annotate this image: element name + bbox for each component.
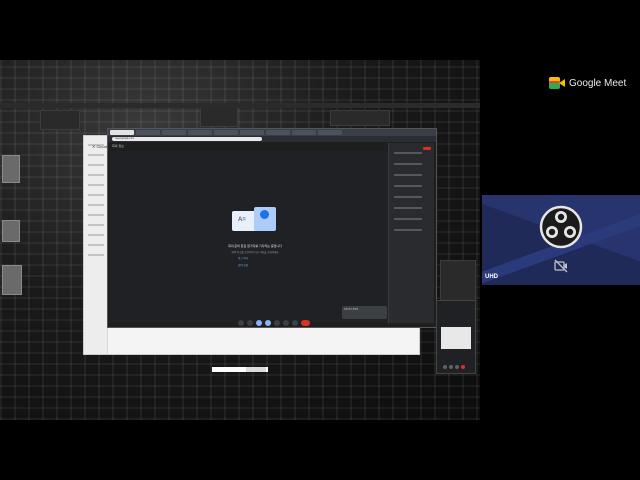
mic-button[interactable] bbox=[238, 320, 244, 326]
doc-sidebar bbox=[84, 136, 108, 354]
mini-preview-controls bbox=[443, 365, 465, 369]
browser-tab[interactable] bbox=[318, 130, 342, 135]
participant-tile[interactable]: UHD bbox=[482, 195, 640, 285]
browser-tab[interactable] bbox=[162, 130, 186, 135]
wallpaper-building bbox=[2, 265, 22, 295]
mini-preview-screen bbox=[441, 327, 471, 349]
more-options-button[interactable] bbox=[292, 320, 298, 326]
meet-side-panel bbox=[388, 143, 434, 323]
participant-name: UHD bbox=[485, 274, 498, 280]
dock-prompt-button[interactable] bbox=[246, 367, 266, 372]
browser-tab[interactable] bbox=[188, 130, 212, 135]
browser-tab[interactable] bbox=[136, 130, 160, 135]
wallpaper-building bbox=[2, 155, 20, 183]
meet-header: 회의 정보 bbox=[108, 142, 436, 150]
meet-title: 회의 정보 bbox=[112, 144, 124, 148]
mini-meet-preview[interactable] bbox=[436, 300, 476, 374]
browser-tab[interactable] bbox=[240, 130, 264, 135]
brand-name: Google Meet bbox=[569, 77, 627, 89]
google-meet-brand: Google Meet bbox=[549, 76, 626, 90]
wallpaper-building bbox=[2, 220, 20, 242]
browser-tab[interactable] bbox=[214, 130, 238, 135]
reactions-button[interactable] bbox=[274, 320, 280, 326]
raise-hand-button[interactable] bbox=[283, 320, 289, 326]
browser-tab-bar bbox=[108, 129, 436, 136]
meet-browser-window[interactable]: meet.google.com 회의 정보 A= 회의 준비 완료 참가자를 기… bbox=[107, 128, 437, 328]
meet-waiting-message: 회의 준비 완료 참가자를 기다리는 중입니다 bbox=[228, 244, 282, 248]
wallpaper-building bbox=[40, 110, 80, 130]
present-button[interactable] bbox=[265, 320, 271, 326]
camera-off-icon bbox=[554, 259, 568, 273]
end-call-button[interactable] bbox=[301, 320, 310, 326]
presentation-tile[interactable]: ✕ Cloud meet.google.com 회의 정보 A= 회의 준비 완… bbox=[0, 60, 480, 420]
copy-link-button[interactable]: 링크 복사 bbox=[228, 256, 258, 260]
meet-control-bar bbox=[238, 320, 310, 326]
url-field[interactable]: meet.google.com bbox=[112, 137, 262, 141]
invite-illustration: A= bbox=[230, 207, 280, 241]
wallpaper-building bbox=[330, 110, 390, 126]
snackbar-toast: 회의 링크 공유됨 bbox=[342, 306, 387, 319]
obs-logo-icon bbox=[539, 205, 583, 249]
wallpaper-building bbox=[200, 105, 238, 127]
meet-logo-icon bbox=[549, 76, 565, 90]
doc-header: ✕ Cloud bbox=[92, 144, 107, 149]
captions-button[interactable] bbox=[256, 320, 262, 326]
browser-tab[interactable] bbox=[292, 130, 316, 135]
camera-button[interactable] bbox=[247, 320, 253, 326]
browser-tab[interactable] bbox=[266, 130, 290, 135]
browser-tab[interactable] bbox=[110, 130, 134, 135]
meet-stage: ✕ Cloud meet.google.com 회의 정보 A= 회의 준비 완… bbox=[0, 0, 640, 480]
meet-main-area: A= 회의 준비 완료 참가자를 기다리는 중입니다 회의 링크를 공유하여 다… bbox=[110, 151, 388, 323]
request-join-link[interactable]: 참여 요청 bbox=[228, 263, 258, 267]
macos-menu-bar bbox=[0, 103, 480, 108]
meet-waiting-sub: 회의 링크를 공유하여 다른 사람을 초대하세요 bbox=[231, 251, 279, 254]
